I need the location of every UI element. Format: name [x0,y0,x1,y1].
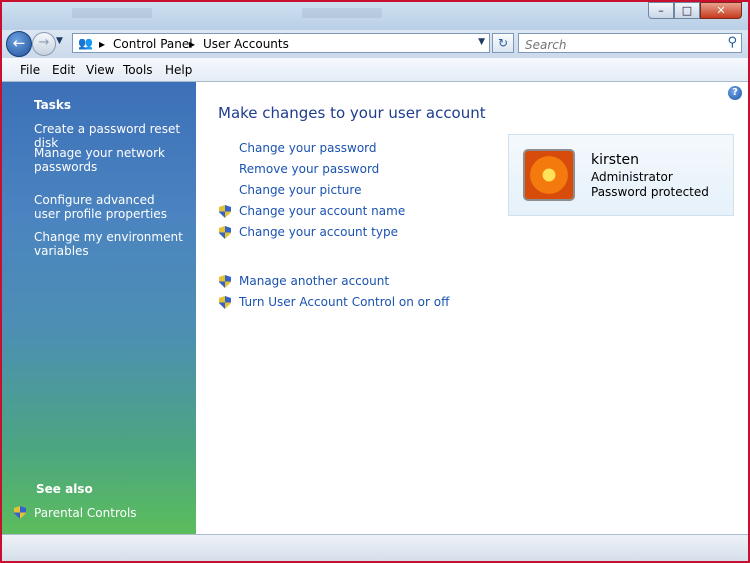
help-icon[interactable]: ? [728,86,742,100]
uac-shield-icon [219,226,231,239]
menu-help[interactable]: Help [165,63,192,77]
refresh-icon[interactable]: ↻ [492,33,514,53]
user-picture-flower [523,149,575,201]
user-role: Administrator [591,170,673,184]
sidebar-change-environment-variables[interactable]: Change my environment variables [34,230,184,258]
recent-pages-dropdown[interactable]: ▼ [56,36,63,46]
menu-bar: File Edit View Tools Help [2,58,748,82]
tasks-heading: Tasks [34,98,72,112]
sidebar-configure-profile-properties[interactable]: Configure advanced user profile properti… [34,193,184,221]
task-manage-another-account[interactable]: Manage another account [239,274,389,288]
breadcrumb-control-panel[interactable]: Control Panel [113,37,193,51]
control-panel-icon: 👥 [78,36,93,50]
close-button[interactable]: ✕ [700,2,742,19]
sidebar-manage-network-passwords[interactable]: Manage your network passwords [34,146,184,174]
menu-file[interactable]: File [20,63,40,77]
task-change-password[interactable]: Change your password [239,141,377,155]
content-area: ? Make changes to your user account Chan… [196,82,748,534]
user-password-status: Password protected [591,185,709,199]
forward-arrow-icon[interactable]: → [32,32,56,56]
task-remove-password[interactable]: Remove your password [239,162,379,176]
uac-shield-icon [219,275,231,288]
window-frame: – □ ✕ ← → ▼ 👥 ▸ Control Panel ▸ User Acc… [0,0,750,563]
background-ghost [302,8,382,18]
title-bar[interactable]: – □ ✕ [2,2,748,30]
task-change-account-type[interactable]: Change your account type [239,225,398,239]
search-box[interactable]: ⚲ [518,33,742,54]
user-name: kirsten [591,152,640,168]
address-dropdown[interactable]: ▼ [478,37,485,47]
page-title: Make changes to your user account [218,104,486,122]
status-bar [2,534,748,561]
uac-shield-icon [14,506,26,519]
breadcrumb-separator[interactable]: ▸ [99,37,105,51]
see-also-heading: See also [36,482,93,496]
see-also-parental-controls[interactable]: Parental Controls [34,506,184,520]
task-pane: Tasks Create a password reset disk Manag… [2,82,196,534]
task-toggle-user-account-control[interactable]: Turn User Account Control on or off [239,295,449,309]
address-bar[interactable]: 👥 ▸ Control Panel ▸ User Accounts ▼ [72,33,490,53]
search-input[interactable] [523,36,717,54]
breadcrumb-user-accounts[interactable]: User Accounts [203,37,289,51]
background-ghost [72,8,152,18]
menu-tools[interactable]: Tools [123,63,153,77]
search-icon[interactable]: ⚲ [727,35,737,50]
menu-edit[interactable]: Edit [52,63,75,77]
uac-shield-icon [219,205,231,218]
back-arrow-icon[interactable]: ← [6,31,32,57]
see-also-parental-controls-row[interactable]: Parental Controls [2,506,196,522]
task-change-account-name[interactable]: Change your account name [239,204,405,218]
uac-shield-icon [219,296,231,309]
breadcrumb-separator[interactable]: ▸ [189,37,195,51]
minimize-button[interactable]: – [648,2,674,19]
user-account-card: kirsten Administrator Password protected [508,134,734,216]
maximize-button[interactable]: □ [674,2,700,19]
window-buttons: – □ ✕ [648,2,742,19]
menu-view[interactable]: View [86,63,114,77]
task-change-picture[interactable]: Change your picture [239,183,361,197]
navigation-bar: ← → ▼ 👥 ▸ Control Panel ▸ User Accounts … [2,30,748,58]
